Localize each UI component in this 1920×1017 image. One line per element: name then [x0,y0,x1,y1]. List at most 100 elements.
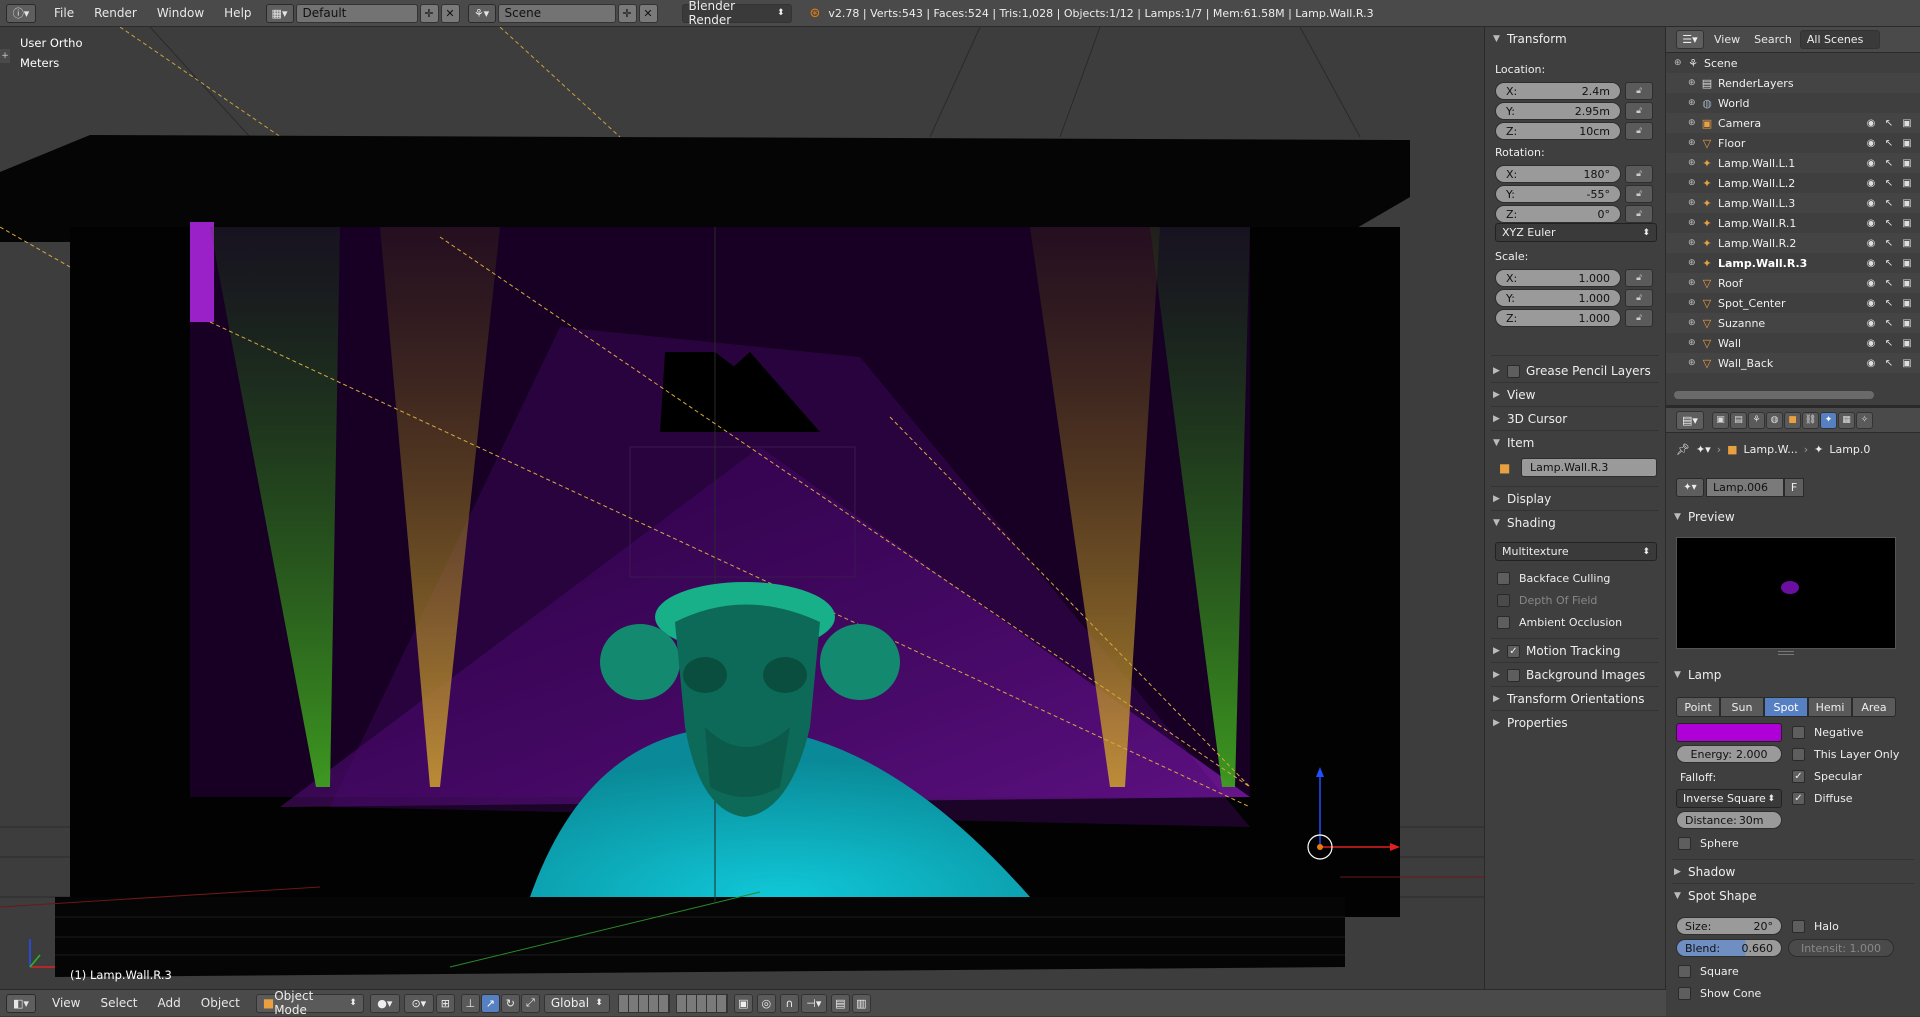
transform-panel-header[interactable]: ▼ Transform [1493,29,1659,49]
expand-icon[interactable]: ⊕ [1688,278,1700,288]
lamp-type-area-button[interactable]: Area [1852,697,1896,717]
expand-icon[interactable]: ⊕ [1688,138,1700,148]
camera-render-icon[interactable]: ▣ [1900,176,1914,190]
expand-icon[interactable]: ⊕ [1688,238,1700,248]
menu-select[interactable]: Select [90,990,147,1017]
show-cone-checkbox[interactable] [1678,987,1691,1000]
cursor-icon[interactable]: ↖ [1882,236,1896,250]
outliner-item-lamp-wall-l-2[interactable]: ⊕ ✦ Lamp.Wall.L.2 ◉ ↖ ▣ [1666,173,1920,193]
diffuse-row[interactable]: ✓ Diffuse [1792,792,1853,805]
scale-lock-z-button[interactable]: 🔓︎ [1625,309,1653,327]
cursor-panel-header[interactable]: ▶ 3D Cursor [1493,409,1659,429]
render-button[interactable]: ▤ [830,993,850,1013]
diffuse-checkbox[interactable]: ✓ [1792,792,1805,805]
scale-lock-y-button[interactable]: 🔓︎ [1625,289,1653,307]
viewport-shading-button[interactable]: ●▾ [369,993,400,1013]
outliner-item-wall-back[interactable]: ⊕ ▽ Wall_Back ◉ ↖ ▣ [1666,353,1920,373]
breadcrumb-object[interactable]: Lamp.W... [1744,443,1798,456]
rotation-x-field[interactable]: X: 180° [1495,165,1621,183]
this-layer-row[interactable]: This Layer Only [1792,748,1899,761]
scale-lock-x-button[interactable]: 🔓︎ [1625,269,1653,287]
render-tab-icon[interactable]: ▣ [1712,411,1729,429]
lamp-color-swatch[interactable] [1676,723,1782,742]
camera-render-icon[interactable]: ▣ [1900,216,1914,230]
backface-culling-row[interactable]: Backface Culling [1497,572,1610,585]
scale-x-field[interactable]: X: 1.000 [1495,269,1621,287]
spot-shape-panel-header[interactable]: ▼ Spot Shape [1674,886,1840,906]
outliner-item-wall[interactable]: ⊕ ▽ Wall ◉ ↖ ▣ [1666,333,1920,353]
constraints-tab-icon[interactable]: ⛓ [1802,411,1819,429]
expand-icon[interactable]: ⊕ [1688,218,1700,228]
cursor-icon[interactable]: ↖ [1882,296,1896,310]
outliner-item-lamp-wall-l-3[interactable]: ⊕ ✦ Lamp.Wall.L.3 ◉ ↖ ▣ [1666,193,1920,213]
lamp-type-hemi-button[interactable]: Hemi [1808,697,1852,717]
rotation-lock-z-button[interactable]: 🔓︎ [1625,205,1653,223]
location-x-field[interactable]: X: 2.4m [1495,82,1621,100]
menu-help[interactable]: Help [214,0,261,27]
cursor-icon[interactable]: ↖ [1882,356,1896,370]
eye-icon[interactable]: ◉ [1864,276,1878,290]
add-scene-button[interactable]: ✛ [617,3,637,23]
shading-panel-header[interactable]: ▼ Shading [1493,513,1659,533]
cursor-icon[interactable]: ↖ [1882,256,1896,270]
outliner-item-suzanne[interactable]: ⊕ ▽ Suzanne ◉ ↖ ▣ [1666,313,1920,333]
menu-render[interactable]: Render [84,0,147,27]
rotation-lock-x-button[interactable]: 🔓︎ [1625,165,1653,183]
layer-buttons-2[interactable] [675,993,728,1013]
scale-z-field[interactable]: Z: 1.000 [1495,309,1621,327]
eye-icon[interactable]: ◉ [1864,116,1878,130]
square-row[interactable]: Square [1678,965,1739,978]
energy-field[interactable]: Energy: 2.000 [1676,745,1782,763]
halo-row[interactable]: Halo [1792,920,1839,933]
layers-tab-icon[interactable]: ▤ [1730,411,1747,429]
3d-viewport[interactable]: User Ortho Meters (1) Lamp.Wall.R.3 + [0,27,1484,989]
this-layer-checkbox[interactable] [1792,748,1805,761]
orientation-dropdown[interactable]: Global ⬍ [543,993,610,1013]
add-layout-button[interactable]: ✛ [419,3,439,23]
eye-icon[interactable]: ◉ [1864,136,1878,150]
camera-render-icon[interactable]: ▣ [1900,236,1914,250]
cursor-icon[interactable]: ↖ [1882,276,1896,290]
show-cone-row[interactable]: Show Cone [1678,987,1761,1000]
eye-icon[interactable]: ◉ [1864,236,1878,250]
lamp-type-sun-button[interactable]: Sun [1720,697,1764,717]
menu-object[interactable]: Object [191,990,250,1017]
data-tab-icon[interactable]: ✦ [1820,411,1837,429]
outliner-item-world[interactable]: ⊕ ◍ World [1666,93,1920,113]
negative-checkbox[interactable] [1792,726,1805,739]
spot-size-field[interactable]: Size: 20° [1676,917,1782,935]
cursor-icon[interactable]: ↖ [1882,116,1896,130]
datablock-name-field[interactable]: Lamp.006 [1706,478,1784,497]
eye-icon[interactable]: ◉ [1864,356,1878,370]
lamp-panel-header[interactable]: ▼ Lamp [1674,665,1840,685]
spot-blend-field[interactable]: Blend: 0.660 [1676,939,1782,957]
expand-icon[interactable]: ⊕ [1688,118,1700,128]
outliner-menu-search[interactable]: Search [1750,27,1796,53]
screen-layout-field[interactable]: Default [295,3,418,23]
distance-field[interactable]: Distance: 30m [1676,811,1782,829]
eye-icon[interactable]: ◉ [1864,156,1878,170]
expand-icon[interactable]: ⊕ [1688,198,1700,208]
layout-browse-button[interactable]: ▦▾ [265,3,294,23]
expand-icon[interactable]: ⊕ [1688,158,1700,168]
render-engine-dropdown[interactable]: Blender Render ⬍ [681,0,792,27]
outliner-item-floor[interactable]: ⊕ ▽ Floor ◉ ↖ ▣ [1666,133,1920,153]
camera-render-icon[interactable]: ▣ [1900,196,1914,210]
background-images-panel-header[interactable]: ▶ Background Images [1493,665,1659,685]
sphere-row[interactable]: Sphere [1678,837,1739,850]
cursor-icon[interactable]: ↖ [1882,216,1896,230]
properties-panel-header[interactable]: ▶ Properties [1493,713,1659,733]
menu-window[interactable]: Window [147,0,214,27]
orientations-panel-header[interactable]: ▶ Transform Orientations [1493,689,1659,709]
grease-pencil-checkbox[interactable] [1507,364,1520,378]
outliner-item-roof[interactable]: ⊕ ▽ Roof ◉ ↖ ▣ [1666,273,1920,293]
specular-row[interactable]: ✓ Specular [1792,770,1862,783]
expand-icon[interactable]: ⊕ [1674,58,1686,68]
motion-tracking-checkbox[interactable]: ✓ [1507,644,1520,658]
cursor-icon[interactable]: ↖ [1882,176,1896,190]
scale-y-field[interactable]: Y: 1.000 [1495,289,1621,307]
preview-resize-handle[interactable] [1778,651,1794,655]
falloff-dropdown[interactable]: Inverse Square ⬍ [1676,789,1782,808]
eye-icon[interactable]: ◉ [1864,336,1878,350]
expand-icon[interactable]: ⊕ [1688,78,1700,88]
